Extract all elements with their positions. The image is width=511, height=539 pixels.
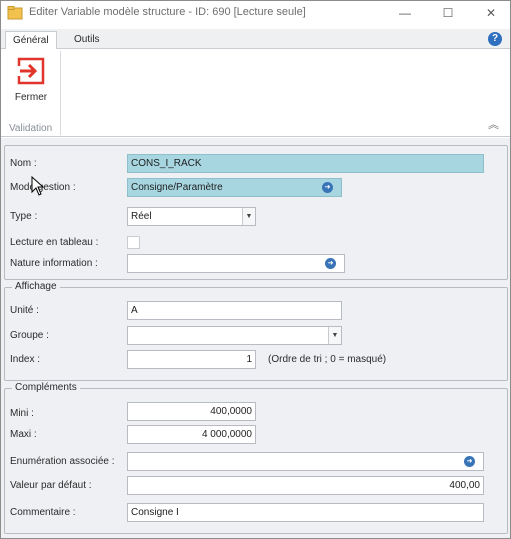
index-label: Index : [10, 354, 41, 365]
arrow-right-circle-icon[interactable]: ➜ [322, 182, 333, 193]
help-icon[interactable]: ? [488, 32, 502, 46]
groupe-label: Groupe : [10, 330, 49, 341]
ribbon-tab-bar: Général Outils ? [1, 29, 510, 50]
tab-outils[interactable]: Outils [67, 31, 107, 50]
enum-label: Enumération associée : [10, 456, 115, 467]
minimize-icon: — [399, 6, 411, 20]
maximize-button[interactable]: ☐ [431, 1, 465, 25]
ribbon-body: Fermer Validation ︽ [1, 49, 510, 137]
enum-field[interactable]: ➜ [127, 452, 484, 471]
chevron-down-icon[interactable]: ▼ [242, 208, 255, 225]
group-label-validation: Validation [9, 123, 53, 134]
unite-label: Unité : [10, 305, 39, 316]
collapse-ribbon-icon[interactable]: ︽ [488, 120, 500, 131]
lecture-tableau-label: Lecture en tableau : [10, 237, 99, 248]
mini-field[interactable]: 400,0000 [127, 402, 256, 421]
mouse-cursor-icon [31, 176, 45, 196]
ribbon-group-validation: Fermer Validation [3, 51, 61, 135]
maxi-field[interactable]: 4 000,0000 [127, 425, 256, 444]
complements-title: Compléments [12, 382, 80, 393]
maxi-label: Maxi : [10, 429, 37, 440]
type-value: Réel [131, 211, 152, 222]
lecture-tableau-checkbox[interactable] [127, 236, 140, 249]
mode-gestion-value: Consigne/Paramètre [131, 182, 223, 193]
index-field[interactable]: 1 [127, 350, 256, 369]
chevron-down-icon[interactable]: ▼ [328, 327, 341, 344]
unite-field[interactable]: A [127, 301, 342, 320]
nature-info-field[interactable]: ➜ [127, 254, 345, 273]
minimize-button[interactable]: — [388, 1, 422, 25]
app-icon [7, 6, 23, 20]
mode-gestion-field[interactable]: Consigne/Paramètre ➜ [127, 178, 342, 197]
maximize-icon: ☐ [442, 6, 454, 20]
mini-label: Mini : [10, 408, 34, 419]
arrow-right-circle-icon[interactable]: ➜ [325, 258, 336, 269]
nature-info-label: Nature information : [10, 258, 98, 269]
arrow-right-circle-icon[interactable]: ➜ [464, 456, 475, 467]
type-label: Type : [10, 211, 38, 222]
form-area: Nom : CONS_I_RACK Mode gestion : Consign… [1, 138, 510, 538]
commentaire-field[interactable]: Consigne I [127, 503, 484, 522]
commentaire-label: Commentaire : [10, 507, 76, 518]
type-select[interactable]: Réel ▼ [127, 207, 256, 226]
title-bar: Editer Variable modèle structure - ID: 6… [1, 1, 510, 25]
index-hint: (Ordre de tri ; 0 = masqué) [268, 354, 387, 365]
exit-icon [17, 57, 45, 85]
close-icon: ✕ [485, 6, 497, 20]
general-panel: Nom : CONS_I_RACK Mode gestion : Consign… [4, 145, 508, 280]
tab-general[interactable]: Général [5, 31, 57, 50]
nom-label: Nom : [10, 158, 37, 169]
nom-field[interactable]: CONS_I_RACK [127, 154, 484, 173]
groupe-select[interactable]: ▼ [127, 326, 342, 345]
dialog-window: Editer Variable modèle structure - ID: 6… [0, 0, 511, 539]
close-window-button[interactable]: ✕ [474, 1, 508, 25]
defaut-field[interactable]: 400,00 [127, 476, 484, 495]
window-title: Editer Variable modèle structure - ID: 6… [29, 6, 306, 18]
defaut-label: Valeur par défaut : [10, 480, 92, 491]
fermer-button[interactable]: Fermer [9, 53, 53, 105]
fermer-label: Fermer [14, 92, 48, 103]
affichage-title: Affichage [12, 281, 60, 292]
complements-panel: Compléments Mini : 400,0000 Maxi : 4 000… [4, 382, 508, 534]
affichage-panel: Affichage Unité : A Groupe : ▼ Index : 1… [4, 281, 508, 381]
